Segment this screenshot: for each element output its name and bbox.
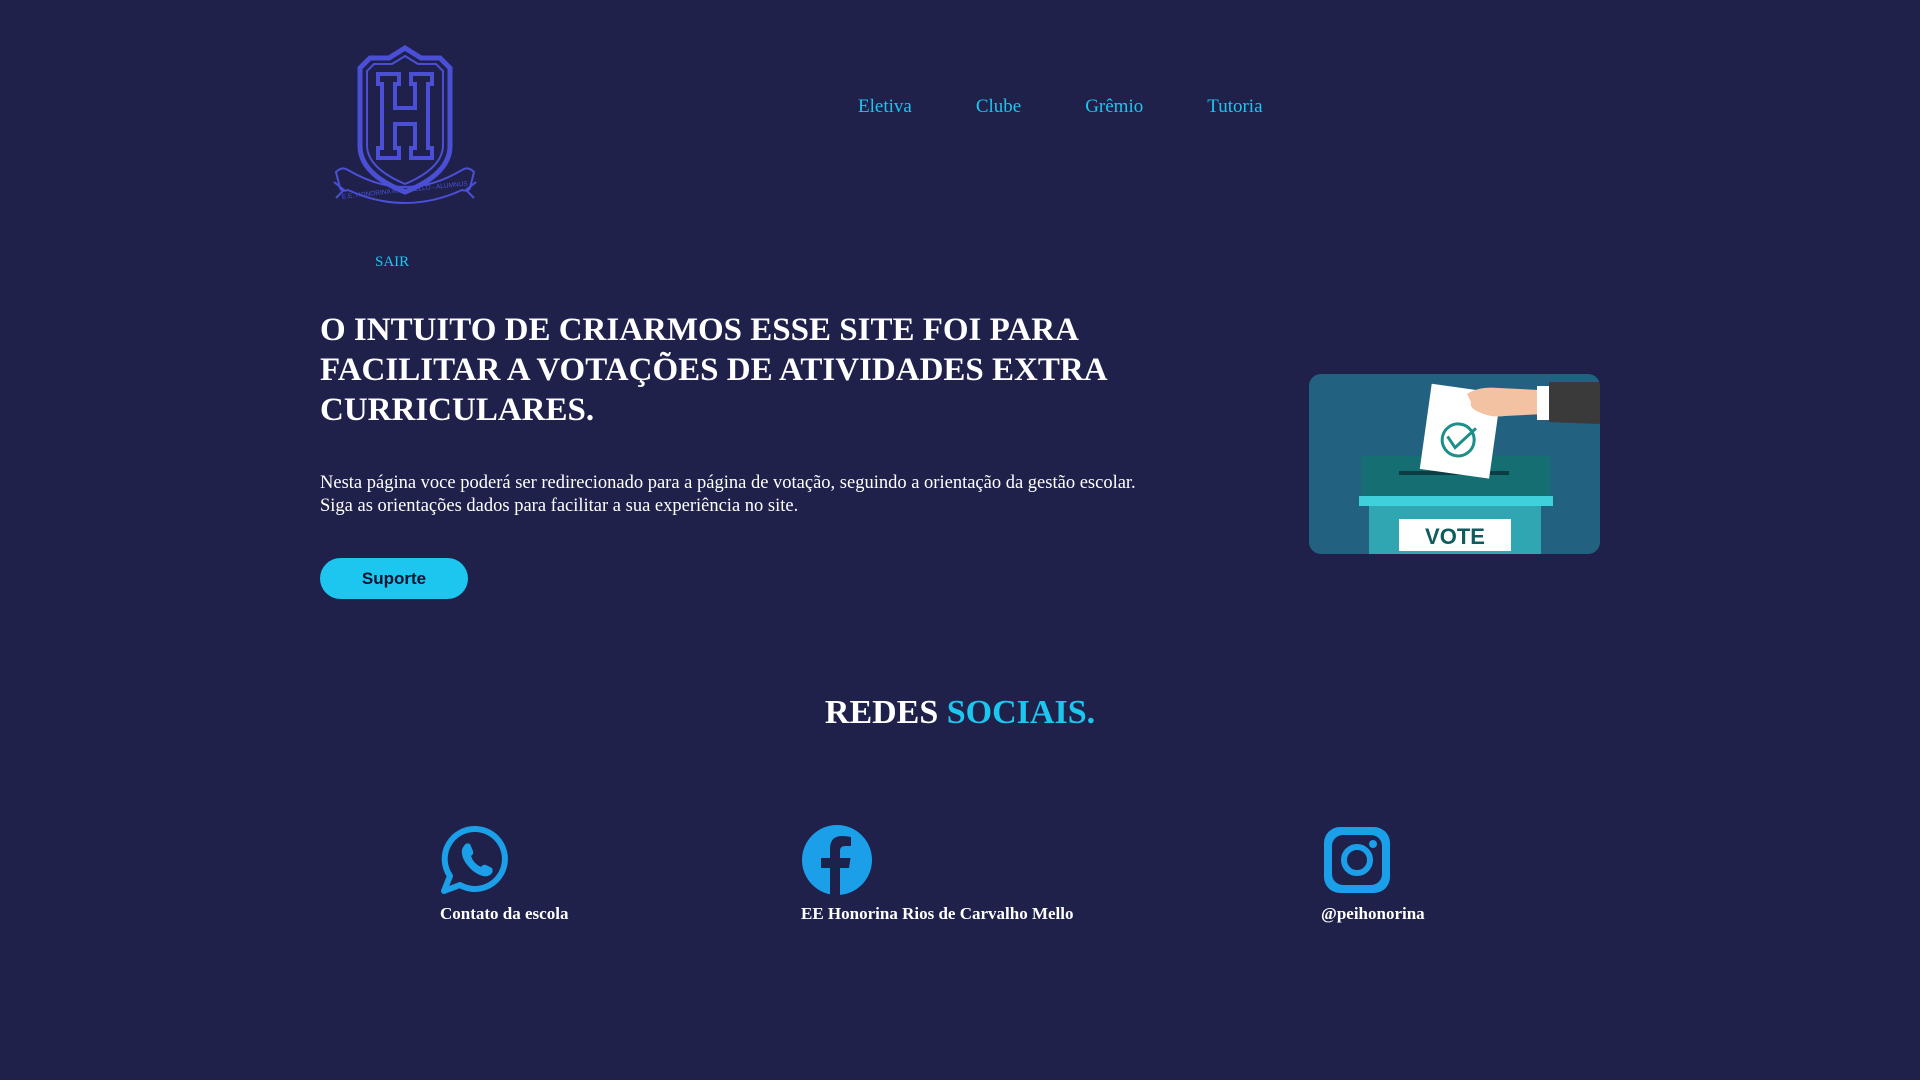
vote-label: VOTE xyxy=(1425,524,1485,549)
whatsapp-icon[interactable] xyxy=(440,824,512,896)
facebook-label: EE Honorina Rios de Carvalho Mello xyxy=(801,904,1074,923)
nav-clube[interactable]: Clube xyxy=(976,96,1021,118)
nav-gremio[interactable]: Grêmio xyxy=(1085,96,1143,118)
ballot-box-icon: VOTE xyxy=(1309,374,1600,554)
facebook-icon[interactable] xyxy=(801,824,873,896)
support-button[interactable]: Suporte xyxy=(320,558,468,599)
whatsapp-label: Contato da escola xyxy=(440,904,569,923)
page: E.E. HONORINA R. C. MELLO - ALUMNUS Elet… xyxy=(0,0,1920,1080)
instagram-icon[interactable] xyxy=(1321,824,1393,896)
main-nav: Eletiva Clube Grêmio Tutoria xyxy=(858,96,1263,118)
school-logo[interactable]: E.E. HONORINA R. C. MELLO - ALUMNUS xyxy=(328,42,482,212)
hero-text-line2: Siga as orientações dados para facilitar… xyxy=(320,496,799,516)
nav-eletiva[interactable]: Eletiva xyxy=(858,96,912,118)
logout-link[interactable]: SAIR xyxy=(375,254,409,271)
school-crest-icon: E.E. HONORINA R. C. MELLO - ALUMNUS xyxy=(333,45,477,204)
hero-text-line1: Nesta página voce poderá ser redireciona… xyxy=(320,473,1136,493)
instagram-label: @peihonorina xyxy=(1321,904,1425,923)
vote-illustration: VOTE xyxy=(1309,374,1600,554)
social-title-part1: REDES xyxy=(824,694,947,731)
social-item-facebook[interactable]: EE Honorina Rios de Carvalho Mello xyxy=(801,824,1073,924)
social-item-instagram[interactable]: @peihonorina xyxy=(1321,824,1425,924)
hero-title: O INTUITO DE CRIARMOS ESSE SITE FOI PARA… xyxy=(320,312,1106,428)
hero-description: Nesta página voce poderá ser redireciona… xyxy=(320,472,1260,518)
social-item-whatsapp[interactable]: Contato da escola xyxy=(440,824,568,924)
nav-tutoria[interactable]: Tutoria xyxy=(1207,96,1262,118)
social-title: REDES SOCIAIS. xyxy=(0,694,1920,732)
social-title-part2: SOCIAIS. xyxy=(946,694,1096,731)
